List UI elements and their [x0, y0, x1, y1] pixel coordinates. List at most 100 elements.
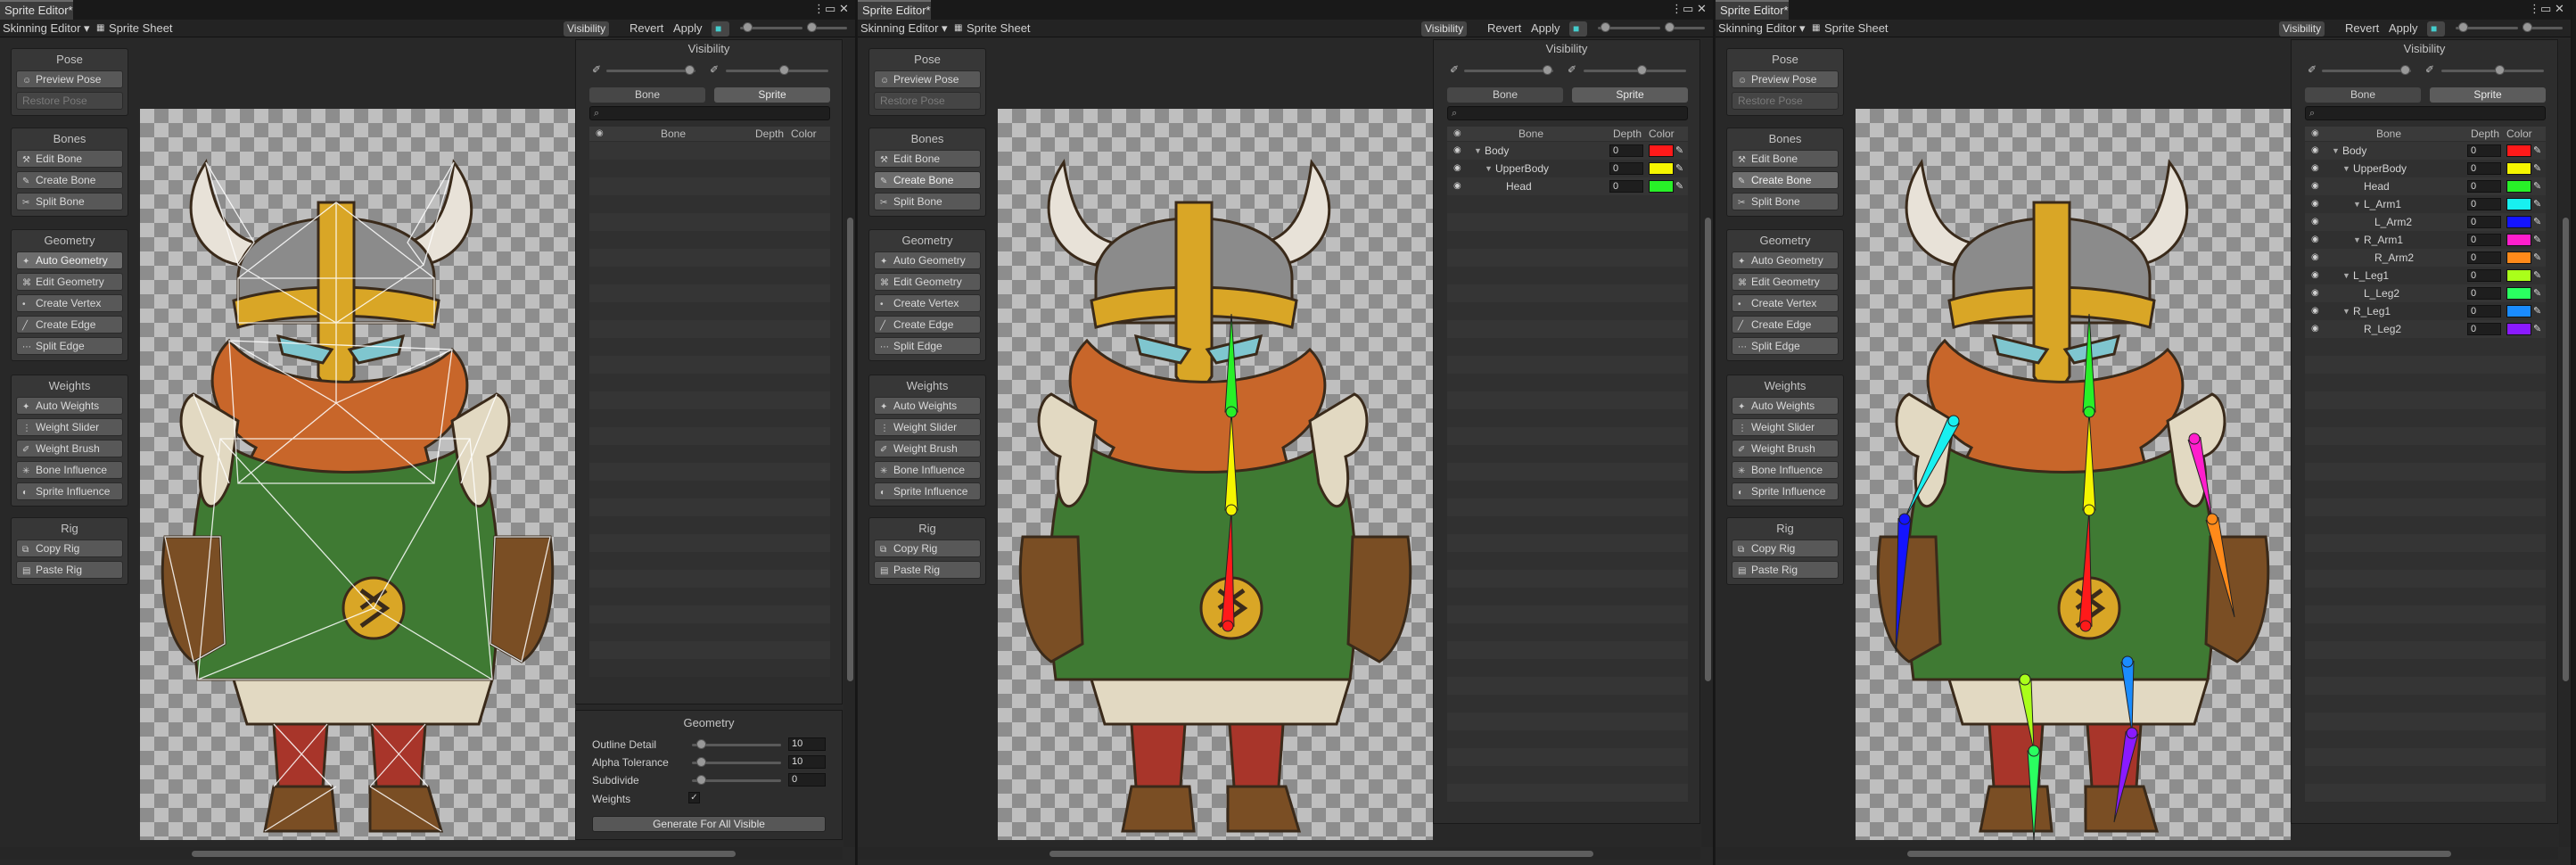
eye-icon[interactable]: ◉: [2311, 267, 2319, 284]
mesh-opacity-knob[interactable]: [779, 65, 789, 75]
auto-geometry-button[interactable]: ✦ Auto Geometry: [1732, 251, 1839, 269]
depth-field[interactable]: 0: [2467, 216, 2501, 228]
brush-size-knob[interactable]: [807, 22, 817, 32]
eyedropper-icon[interactable]: ✎: [2533, 320, 2541, 338]
sprite-influence-button[interactable]: ◐ Sprite Influence: [874, 482, 981, 500]
weight-slider-button[interactable]: ⋮ Weight Slider: [1732, 418, 1839, 436]
eye-icon[interactable]: ◉: [2311, 142, 2319, 160]
zoom-slider[interactable]: [1598, 22, 1660, 32]
column-bone[interactable]: Bone: [1518, 127, 1543, 141]
table-row[interactable]: ◉ ▼ L_Leg1 0 ✎: [2305, 267, 2546, 284]
window-tab[interactable]: Sprite Editor*: [1716, 0, 1789, 20]
preview-pose-button[interactable]: ☺ Preview Pose: [874, 70, 981, 88]
create-vertex-button[interactable]: • Create Vertex: [1732, 294, 1839, 312]
bone-influence-button[interactable]: ✳ Bone Influence: [874, 461, 981, 479]
bone-tab[interactable]: Bone: [2305, 87, 2421, 103]
edit-bone-button[interactable]: ⚒ Edit Bone: [874, 150, 981, 168]
bone-opacity-knob[interactable]: [2400, 65, 2410, 75]
visibility-column-icon[interactable]: ◉: [2311, 127, 2319, 141]
paste-rig-button[interactable]: ▤ Paste Rig: [16, 561, 123, 579]
eye-icon[interactable]: ◉: [2311, 302, 2319, 320]
outline-slider-knob[interactable]: [696, 739, 706, 749]
visibility-toggle[interactable]: Visibility: [564, 21, 610, 37]
eye-icon[interactable]: ◉: [2311, 284, 2319, 302]
sprite-canvas[interactable]: [1856, 109, 2291, 840]
depth-field[interactable]: 0: [2467, 144, 2501, 157]
column-bone[interactable]: Bone: [2376, 127, 2401, 141]
depth-field[interactable]: 0: [2467, 251, 2501, 264]
sprite-canvas[interactable]: [140, 109, 575, 840]
sprite-sheet-button[interactable]: Sprite Sheet: [967, 20, 1031, 37]
vertical-scroll-thumb[interactable]: [1705, 218, 1711, 681]
color-swatch[interactable]: [2506, 269, 2531, 282]
eyedropper-icon[interactable]: ✎: [2533, 267, 2541, 284]
horizontal-scrollbar[interactable]: [1716, 847, 2558, 860]
eyedropper-icon[interactable]: ✎: [2533, 177, 2541, 195]
split-edge-button[interactable]: ⋯ Split Edge: [874, 337, 981, 355]
maximize-icon[interactable]: ▭: [2540, 2, 2551, 16]
eye-icon[interactable]: ◉: [2311, 160, 2319, 177]
mesh-opacity-slider[interactable]: [726, 65, 828, 75]
color-overlay-icon[interactable]: ■: [1569, 21, 1587, 37]
sprite-canvas[interactable]: [998, 109, 1433, 840]
expand-arrow-icon[interactable]: ▼: [2332, 142, 2340, 160]
column-bone[interactable]: Bone: [661, 127, 686, 141]
auto-geometry-button[interactable]: ✦ Auto Geometry: [16, 251, 123, 269]
close-icon[interactable]: ✕: [1697, 2, 1707, 16]
color-swatch[interactable]: [2506, 323, 2531, 335]
subdivide-slider[interactable]: [692, 775, 781, 785]
horizontal-scroll-thumb[interactable]: [192, 851, 736, 857]
eye-icon[interactable]: ◉: [2311, 177, 2319, 195]
eyedropper-icon[interactable]: ✎: [1675, 177, 1683, 195]
module-dropdown[interactable]: Skinning Editor ▾: [3, 20, 90, 37]
bone-search-input[interactable]: ⌕: [589, 106, 830, 120]
edit-geometry-button[interactable]: ⌘ Edit Geometry: [16, 273, 123, 291]
bone-opacity-slider[interactable]: [1464, 65, 1553, 75]
weights-checkbox[interactable]: ✓: [688, 792, 700, 803]
table-row[interactable]: ◉ ▼ L_Arm1 0 ✎: [2305, 195, 2546, 213]
create-bone-button[interactable]: ✎ Create Bone: [874, 171, 981, 189]
bone-search-input[interactable]: ⌕: [1447, 106, 1688, 120]
color-swatch[interactable]: [1649, 180, 1674, 193]
split-edge-button[interactable]: ⋯ Split Edge: [1732, 337, 1839, 355]
menu-dots-icon[interactable]: ⋮: [2529, 2, 2540, 16]
zoom-slider[interactable]: [740, 22, 802, 32]
maximize-icon[interactable]: ▭: [825, 2, 835, 16]
table-row[interactable]: ◉ ▼ Body 0 ✎: [2305, 142, 2546, 160]
menu-dots-icon[interactable]: ⋮: [813, 2, 825, 16]
expand-arrow-icon[interactable]: ▼: [2342, 302, 2350, 320]
color-swatch[interactable]: [2506, 234, 2531, 246]
table-row[interactable]: ◉ R_Arm2 0 ✎: [2305, 249, 2546, 267]
module-dropdown[interactable]: Skinning Editor ▾: [1718, 20, 1806, 37]
alpha-slider[interactable]: [692, 757, 781, 767]
depth-field[interactable]: 0: [2467, 234, 2501, 246]
color-swatch[interactable]: [2506, 180, 2531, 193]
window-tab[interactable]: Sprite Editor*: [858, 0, 931, 20]
create-edge-button[interactable]: ╱ Create Edge: [1732, 316, 1839, 334]
table-row[interactable]: ◉ L_Leg2 0 ✎: [2305, 284, 2546, 302]
vertical-scrollbar[interactable]: [844, 39, 855, 847]
visibility-column-icon[interactable]: ◉: [596, 127, 604, 141]
auto-geometry-button[interactable]: ✦ Auto Geometry: [874, 251, 981, 269]
zoom-slider-knob[interactable]: [743, 22, 753, 32]
brush-size-knob[interactable]: [1665, 22, 1675, 32]
brush-size-knob[interactable]: [2523, 22, 2532, 32]
color-swatch[interactable]: [2506, 198, 2531, 210]
depth-field[interactable]: 0: [1609, 162, 1643, 175]
window-tab[interactable]: Sprite Editor*: [0, 0, 73, 20]
weight-brush-button[interactable]: ✐ Weight Brush: [1732, 440, 1839, 457]
eye-icon[interactable]: ◉: [2311, 320, 2319, 338]
vertical-scrollbar[interactable]: [2559, 39, 2571, 847]
eye-icon[interactable]: ◉: [2311, 195, 2319, 213]
bone-opacity-slider[interactable]: [606, 65, 695, 75]
split-edge-button[interactable]: ⋯ Split Edge: [16, 337, 123, 355]
weight-slider-button[interactable]: ⋮ Weight Slider: [16, 418, 123, 436]
alpha-slider-knob[interactable]: [696, 757, 706, 767]
restore-pose-button[interactable]: Restore Pose: [16, 92, 123, 110]
horizontal-scroll-thumb[interactable]: [1049, 851, 1593, 857]
create-edge-button[interactable]: ╱ Create Edge: [16, 316, 123, 334]
close-icon[interactable]: ✕: [839, 2, 849, 16]
depth-field[interactable]: 0: [2467, 198, 2501, 210]
eye-icon[interactable]: ◉: [2311, 249, 2319, 267]
edit-bone-button[interactable]: ⚒ Edit Bone: [1732, 150, 1839, 168]
